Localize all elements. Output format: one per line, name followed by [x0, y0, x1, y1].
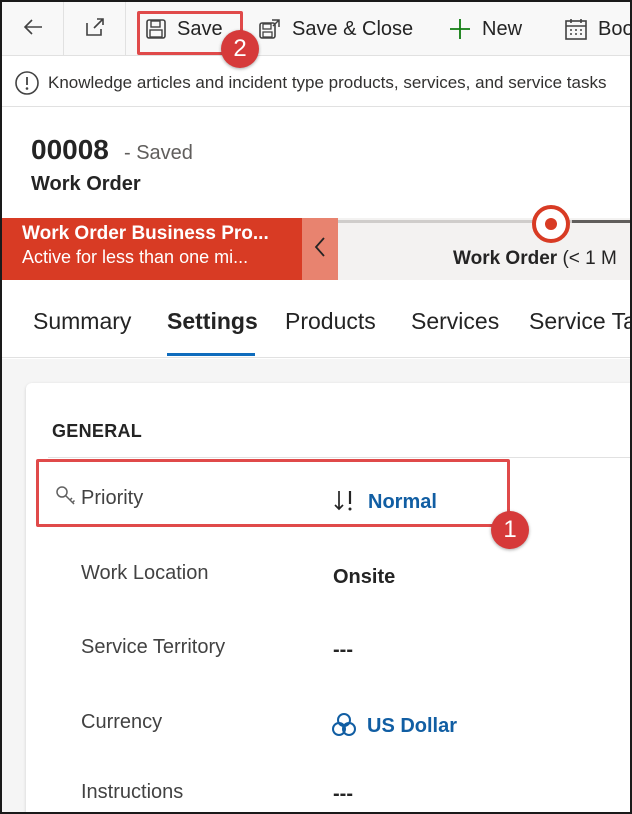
- work-location-value[interactable]: Onsite: [333, 566, 395, 589]
- bpf-track-next: [572, 220, 630, 223]
- bpf-stage-name: Work Order: [453, 248, 558, 269]
- bpf-duration: Active for less than one mi...: [22, 247, 249, 267]
- record-number: 00008: [31, 134, 109, 165]
- book-label: Boo: [598, 17, 632, 40]
- entity-name: Work Order: [31, 173, 141, 195]
- instructions-label: Instructions: [81, 781, 184, 803]
- currency-label: Currency: [81, 711, 163, 733]
- priority-highlight-box: [36, 459, 510, 527]
- tab-services[interactable]: Services: [411, 308, 499, 335]
- notification-text: Knowledge articles and incident type pro…: [48, 72, 607, 92]
- work-location-label: Work Location: [81, 562, 209, 584]
- service-territory-label: Service Territory: [81, 636, 226, 658]
- currency-icon: [331, 712, 357, 743]
- bpf-title: Work Order Business Pro...: [22, 223, 269, 244]
- section-divider: [48, 457, 630, 458]
- back-button[interactable]: [2, 2, 64, 56]
- calendar-icon: [564, 17, 588, 41]
- new-button[interactable]: New: [448, 10, 522, 48]
- currency-value[interactable]: US Dollar: [367, 715, 457, 738]
- bpf-stage-label[interactable]: Work Order (< 1 M: [453, 248, 617, 270]
- callout-2: 2: [221, 30, 259, 68]
- business-process-flow: Work Order Business Pro... Active for le…: [2, 205, 630, 280]
- tab-service-tasks[interactable]: Service Ta: [529, 308, 630, 335]
- open-in-new-window-button[interactable]: [64, 2, 126, 56]
- bpf-stage-time: (< 1 M: [562, 248, 617, 269]
- save-status: - Saved: [124, 142, 193, 164]
- tab-settings[interactable]: Settings: [167, 308, 258, 335]
- save-and-close-button[interactable]: Save & Close: [258, 10, 413, 48]
- section-title: GENERAL: [52, 421, 143, 441]
- tab-products[interactable]: Products: [285, 308, 376, 335]
- book-button[interactable]: Boo: [564, 10, 632, 48]
- form-tabs: Summary Settings Products Services Servi…: [2, 280, 630, 358]
- save-and-close-icon: [258, 17, 282, 41]
- chevron-left-icon: [313, 236, 327, 263]
- info-icon: [14, 70, 40, 96]
- callout-1: 1: [491, 511, 529, 549]
- instructions-value[interactable]: ---: [333, 783, 353, 806]
- bpf-collapse-button[interactable]: [302, 218, 338, 280]
- new-label: New: [482, 17, 523, 40]
- bpf-active-process[interactable]: Work Order Business Pro... Active for le…: [2, 218, 302, 280]
- app-window: Save Save & Close New Boo Knowledge arti…: [0, 0, 632, 814]
- command-bar: Save Save & Close New Boo: [2, 2, 632, 56]
- open-in-new-window-icon: [83, 15, 107, 44]
- notification-bar: Knowledge articles and incident type pro…: [2, 59, 630, 107]
- back-arrow-icon: [21, 15, 45, 44]
- bpf-stage-marker[interactable]: [532, 205, 570, 243]
- active-tab-indicator: [167, 353, 255, 356]
- plus-icon: [448, 17, 472, 41]
- tab-summary[interactable]: Summary: [33, 308, 131, 335]
- service-territory-value[interactable]: ---: [333, 639, 353, 662]
- general-section-card: GENERAL: [26, 383, 630, 812]
- form-content: GENERAL: [2, 359, 630, 812]
- save-and-close-label: Save & Close: [292, 17, 414, 40]
